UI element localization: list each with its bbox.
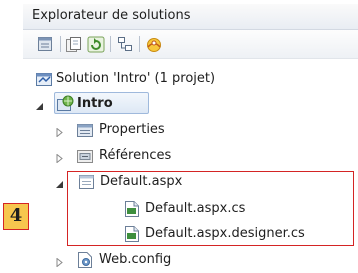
panel-title: Explorateur de solutions: [32, 8, 191, 23]
tree-item-project[interactable]: Intro: [0, 93, 358, 115]
expand-arrow-icon[interactable]: [55, 256, 64, 268]
solution-explorer-title-bar: Explorateur de solutions: [23, 4, 358, 30]
collapse-arrow-icon[interactable]: [55, 178, 64, 188]
view-class-diagram-icon[interactable]: [116, 36, 134, 53]
expand-arrow-icon[interactable]: [55, 126, 64, 138]
copy-website-icon[interactable]: [145, 36, 163, 53]
toolbar-separator: [110, 36, 111, 52]
properties-icon[interactable]: [37, 36, 55, 53]
web-project-icon: [56, 95, 74, 113]
tree-item-label: Solution 'Intro' (1 projet): [56, 71, 216, 86]
properties-folder-icon: [76, 121, 94, 139]
tree-item-properties[interactable]: Properties: [0, 119, 358, 141]
collapse-arrow-icon[interactable]: [35, 100, 44, 110]
toolbar-separator: [60, 36, 61, 52]
tree-item-label: Properties: [99, 122, 165, 137]
tree-item-label: Web.config: [99, 252, 172, 267]
references-folder-icon: [76, 147, 94, 165]
toolbar-separator: [139, 36, 140, 52]
expand-arrow-icon[interactable]: [55, 152, 64, 164]
annotation-highlight-box: [67, 171, 354, 246]
refresh-icon[interactable]: [87, 36, 105, 53]
tree-item-web-config[interactable]: Web.config: [0, 249, 358, 271]
config-file-icon: [76, 251, 94, 269]
tree-item-label: Références: [99, 148, 172, 163]
solution-explorer-toolbar: [23, 30, 358, 59]
tree-item-solution[interactable]: Solution 'Intro' (1 projet): [0, 68, 358, 90]
tree-item-references[interactable]: Références: [0, 145, 358, 167]
tree-item-label: Intro: [77, 96, 113, 111]
annotation-number-badge: 4: [3, 203, 29, 230]
show-all-files-icon[interactable]: [65, 36, 83, 53]
solution-icon: [35, 70, 53, 88]
